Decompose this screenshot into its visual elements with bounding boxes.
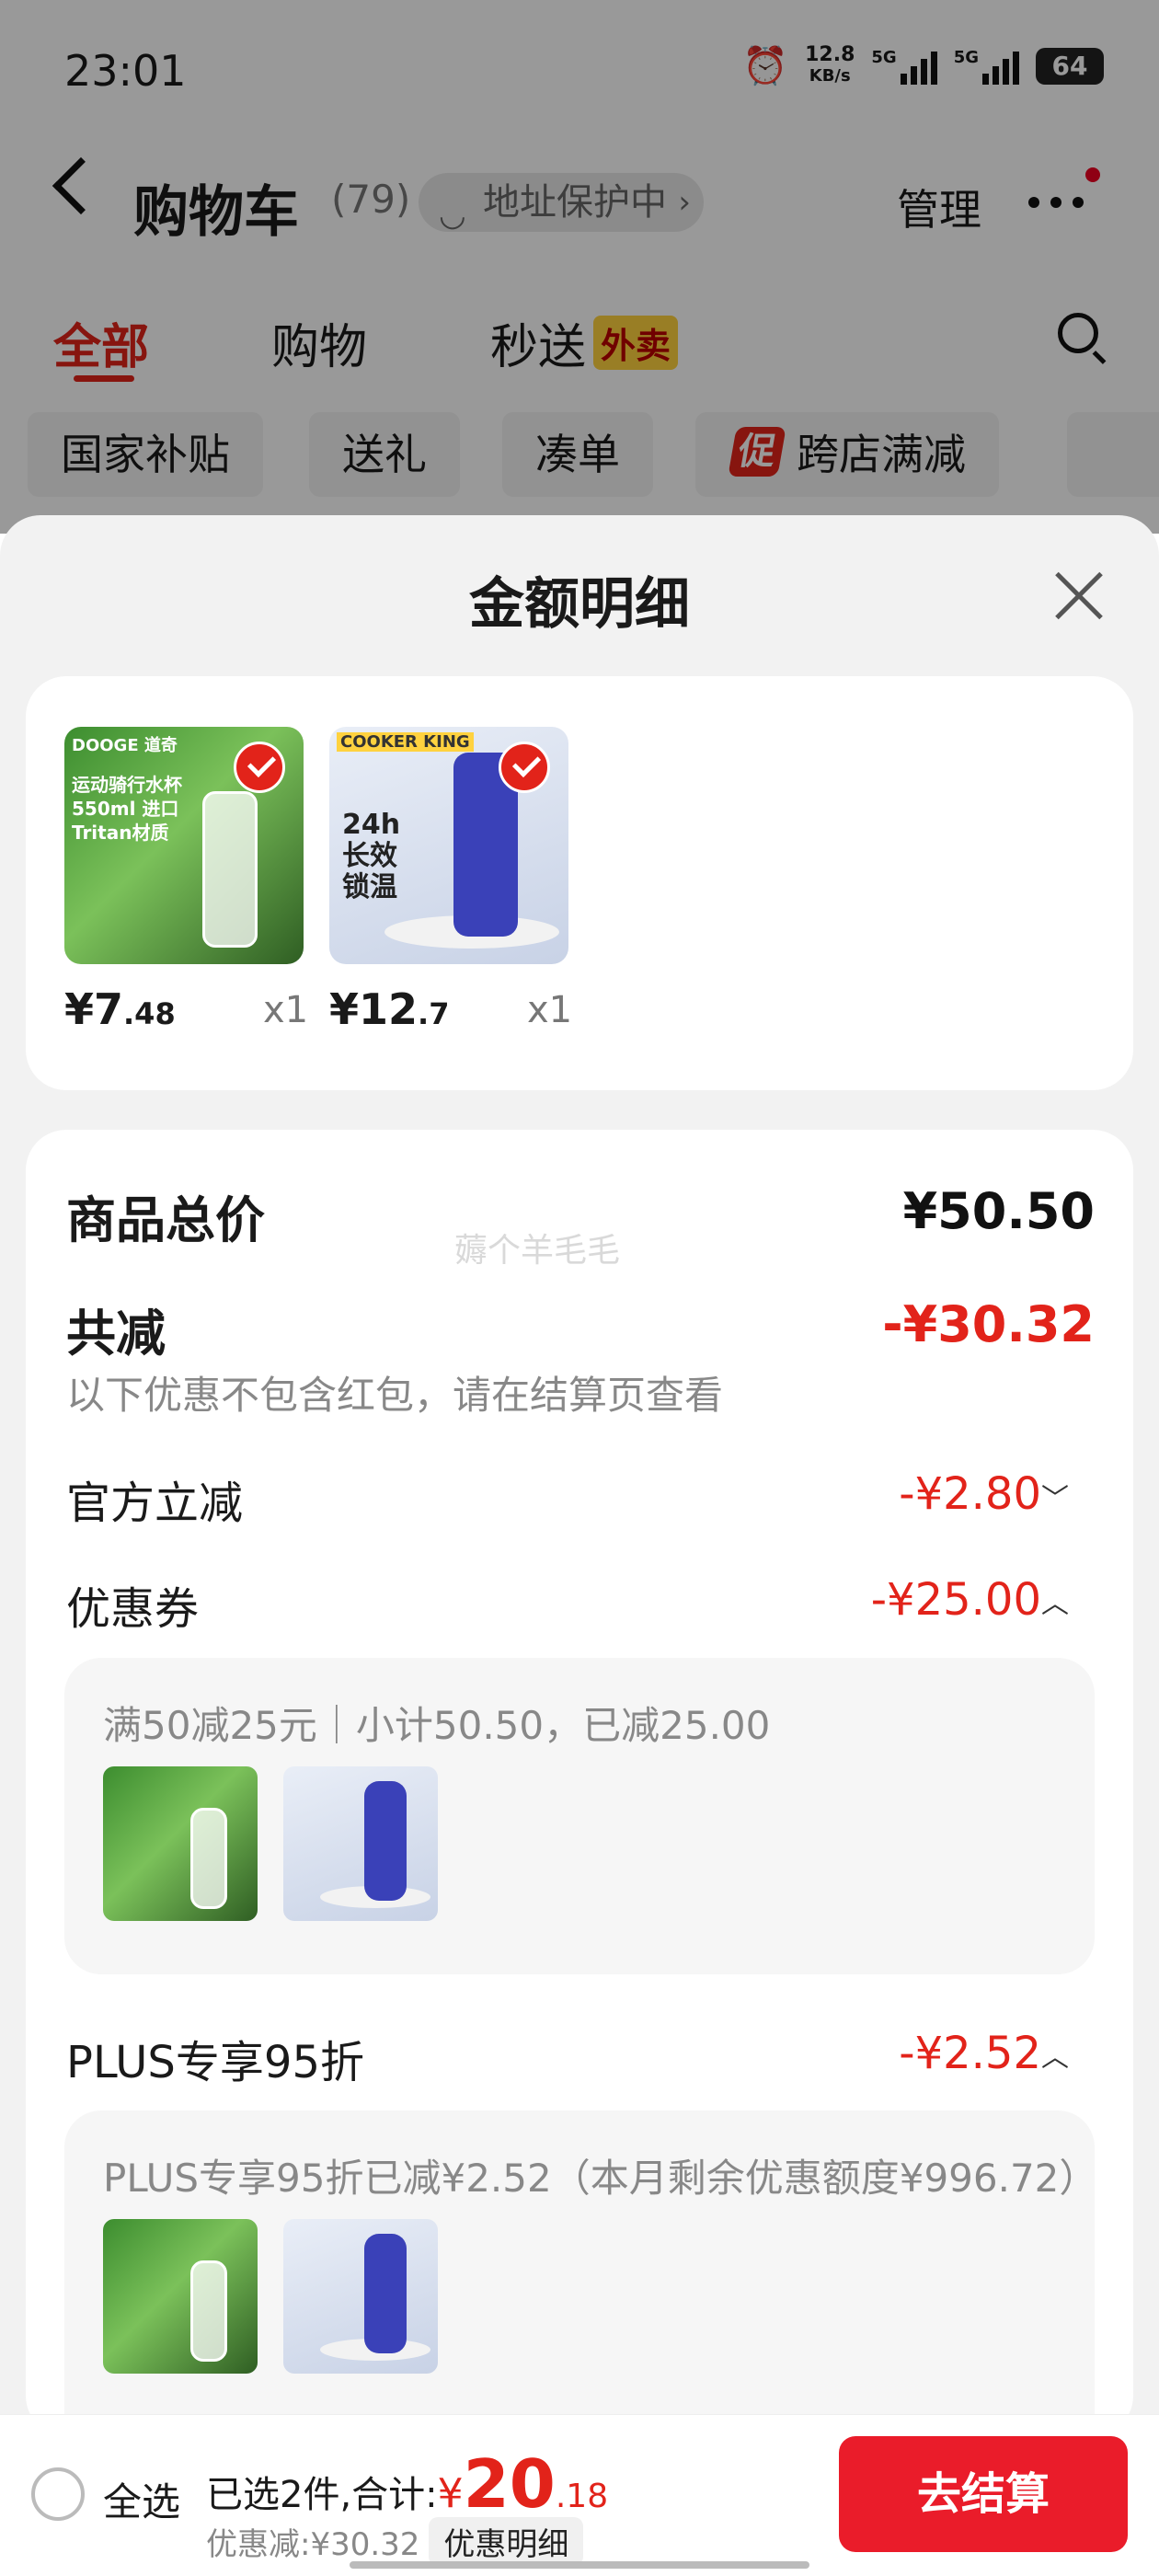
plus-product-thumb-1	[103, 2219, 258, 2374]
dim-overlay[interactable]	[0, 0, 1159, 534]
product-qty-2: x1	[527, 989, 573, 1031]
coupon-value: -¥25.00	[870, 1574, 1041, 1626]
product-image-thermos[interactable]: COOKER KING 24h 长效锁温	[329, 727, 568, 964]
product-qty-1: x1	[263, 989, 309, 1031]
home-indicator[interactable]	[350, 2561, 809, 2569]
product-image-bottle[interactable]: DOOGE 道奇 运动骑行水杯550ml 进口Tritan材质	[64, 727, 304, 964]
discount-summary: 优惠减:¥30.32 优惠明细	[206, 2517, 584, 2566]
checkout-button[interactable]: 去结算	[839, 2436, 1128, 2552]
product-price-2: ¥12.7	[329, 984, 450, 1034]
selected-check-icon[interactable]	[499, 742, 550, 793]
plus-product-thumb-2	[283, 2219, 438, 2374]
watermark: 薅个羊毛毛	[454, 1232, 621, 1270]
select-all-label[interactable]: 全选	[103, 2471, 180, 2527]
products-card: DOOGE 道奇 运动骑行水杯550ml 进口Tritan材质 COOKER K…	[26, 676, 1133, 1090]
plus-detail-panel: PLUS专享95折已减¥2.52（本月剩余优惠额度¥996.72）	[64, 2110, 1098, 2414]
coupon-detail-panel: 满50减25元｜小计50.50，已减25.00	[64, 1658, 1095, 1974]
coupon-label: 优惠券	[66, 1583, 200, 1635]
official-discount-label: 官方立减	[66, 1478, 244, 1529]
coupon-detail-text: 满50减25元｜小计50.50，已减25.00	[103, 1703, 771, 1748]
reduce-value: -¥30.32	[882, 1295, 1095, 1353]
coupon-product-thumb-1	[103, 1766, 258, 1921]
selected-check-icon[interactable]	[234, 742, 285, 793]
bottle-graphic	[202, 791, 258, 948]
total-price-value: ¥50.50	[902, 1182, 1095, 1240]
reduce-note: 以下优惠不包含红包，请在结算页查看	[66, 1373, 724, 1418]
plus-discount-value: -¥2.52	[899, 2028, 1041, 2079]
close-icon[interactable]	[1053, 570, 1105, 622]
total-price-label: 商品总价	[66, 1191, 265, 1249]
sheet-title: 金额明细	[469, 572, 690, 637]
chevron-up-icon[interactable]: ︿	[1041, 1581, 1069, 1621]
plus-discount-label: PLUS专享95折	[66, 2037, 364, 2088]
chevron-down-icon[interactable]: ﹀	[1041, 1476, 1069, 1516]
plus-detail-text: PLUS专享95折已减¥2.52（本月剩余优惠额度¥996.72）	[103, 2156, 1098, 2201]
official-discount-value: -¥2.80	[899, 1468, 1041, 1520]
chevron-up-icon[interactable]: ︿	[1041, 2034, 1069, 2075]
select-all-radio[interactable]	[31, 2467, 85, 2521]
reduce-label: 共减	[66, 1305, 166, 1363]
product-price-1: ¥7.48	[64, 984, 176, 1034]
coupon-product-thumb-2	[283, 1766, 438, 1921]
discount-detail-button[interactable]: 优惠明细	[429, 2517, 584, 2566]
total-summary: 已选2件,合计:¥20.18	[206, 2445, 609, 2523]
